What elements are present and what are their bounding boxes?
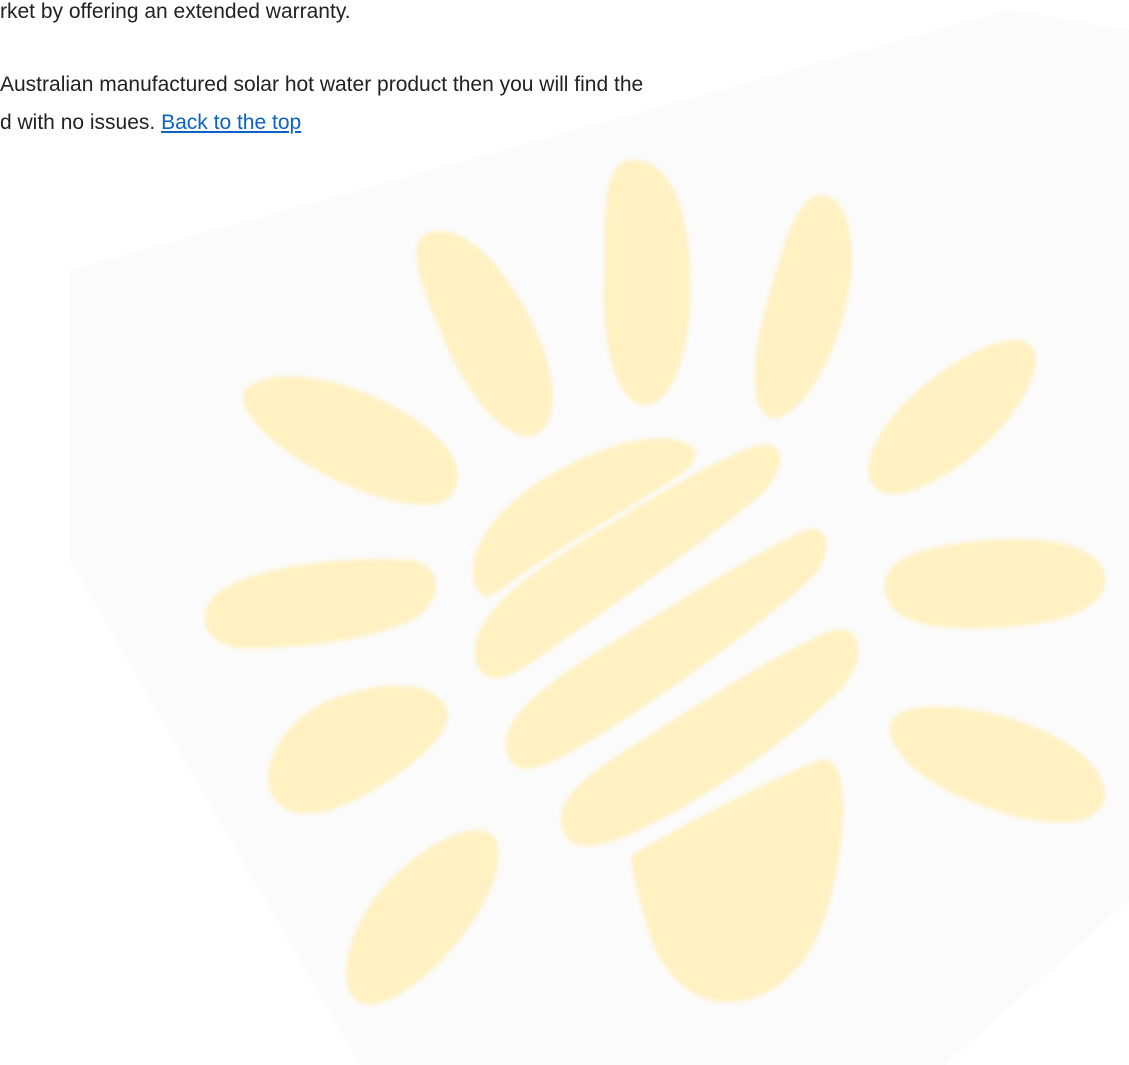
document-page: rket by offering an extended warranty. A… (0, 0, 1129, 1065)
paragraph-line-1: rket by offering an extended warranty. (0, 0, 351, 23)
paragraph-line-3: d with no issues. Back to the top (0, 111, 301, 135)
back-to-top-link[interactable]: Back to the top (161, 111, 301, 134)
paragraph-line-2: Australian manufactured solar hot water … (0, 73, 644, 96)
sun-logo-watermark-icon (70, 10, 1129, 1065)
paragraph-line-3-text: d with no issues. (0, 111, 162, 134)
